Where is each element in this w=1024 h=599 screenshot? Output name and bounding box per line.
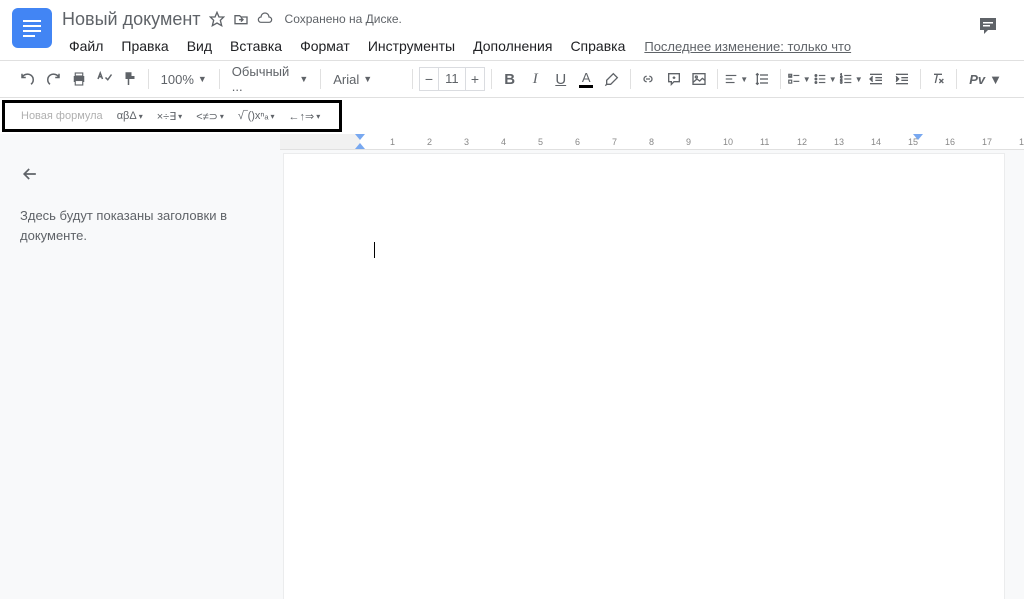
menu-edit[interactable]: Правка (114, 36, 175, 56)
format-paint-button[interactable] (118, 67, 142, 91)
save-status: Сохранено на Диске. (285, 12, 402, 26)
decrease-indent-button[interactable] (865, 67, 889, 91)
greek-letters-button[interactable]: αβΔ▾ (113, 110, 147, 122)
spellcheck-button[interactable] (93, 67, 117, 91)
text-cursor (374, 242, 375, 258)
menu-view[interactable]: Вид (180, 36, 219, 56)
numbered-list-button[interactable]: 123▼ (839, 67, 863, 91)
italic-button[interactable]: I (523, 67, 547, 91)
document-page[interactable] (284, 154, 1004, 599)
increase-indent-button[interactable] (890, 67, 914, 91)
cloud-icon (257, 11, 273, 27)
outline-back-button[interactable] (20, 162, 44, 186)
highlight-button[interactable] (600, 67, 624, 91)
misc-operations-button[interactable]: ×÷∃▾ (153, 110, 186, 123)
line-spacing-button[interactable] (750, 67, 774, 91)
menu-file[interactable]: Файл (62, 36, 110, 56)
math-operations-button[interactable]: √‾()xⁿₐ▾ (234, 110, 279, 122)
insert-image-button[interactable] (688, 67, 712, 91)
checklist-button[interactable]: ▼ (787, 67, 811, 91)
outline-panel: Здесь будут показаны заголовки в докумен… (0, 150, 280, 599)
outline-empty-text: Здесь будут показаны заголовки в докумен… (20, 206, 260, 245)
style-select[interactable]: Обычный ...▼ (226, 67, 314, 91)
font-size-decrease[interactable]: − (420, 71, 438, 87)
redo-button[interactable] (42, 67, 66, 91)
clear-format-button[interactable] (927, 67, 951, 91)
align-button[interactable]: ▼ (724, 67, 748, 91)
menu-addons[interactable]: Дополнения (466, 36, 559, 56)
menu-tools[interactable]: Инструменты (361, 36, 462, 56)
print-button[interactable] (67, 67, 91, 91)
font-size-control: − 11 + (419, 67, 485, 91)
font-size-increase[interactable]: + (466, 71, 484, 87)
equation-toolbar: Новая формула αβΔ▾ ×÷∃▾ <≠⊃▾ √‾()xⁿₐ▾ ←↑… (2, 100, 342, 132)
menu-help[interactable]: Справка (563, 36, 632, 56)
document-title[interactable]: Новый документ (62, 9, 201, 30)
editing-mode-button[interactable]: Pv▼ (963, 72, 1008, 87)
last-change-link[interactable]: Последнее изменение: только что (644, 39, 851, 54)
move-icon[interactable] (233, 11, 249, 27)
bold-button[interactable]: B (498, 67, 522, 91)
comments-icon[interactable] (976, 14, 1004, 42)
relations-button[interactable]: <≠⊃▾ (192, 110, 228, 123)
insert-comment-button[interactable] (662, 67, 686, 91)
text-color-button[interactable]: A (575, 67, 599, 91)
font-size-value[interactable]: 11 (438, 68, 466, 90)
zoom-select[interactable]: 100%▼ (155, 67, 213, 91)
insert-link-button[interactable] (637, 67, 661, 91)
docs-logo[interactable] (12, 8, 52, 48)
ruler-row: 123456789101112131415161718 (0, 134, 1024, 150)
horizontal-ruler[interactable]: 123456789101112131415161718 (280, 134, 1024, 150)
new-equation-button[interactable]: Новая формула (17, 110, 107, 122)
menu-format[interactable]: Формат (293, 36, 357, 56)
menu-insert[interactable]: Вставка (223, 36, 289, 56)
bullet-list-button[interactable]: ▼ (813, 67, 837, 91)
underline-button[interactable]: U (549, 67, 573, 91)
arrows-button[interactable]: ←↑⇒▾ (285, 110, 325, 123)
svg-text:3: 3 (840, 80, 843, 85)
undo-button[interactable] (16, 67, 40, 91)
star-icon[interactable] (209, 11, 225, 27)
font-select[interactable]: Arial▼ (327, 67, 406, 91)
document-area (280, 150, 1024, 599)
main-toolbar: 100%▼ Обычный ...▼ Arial▼ − 11 + B I U A… (0, 60, 1024, 98)
